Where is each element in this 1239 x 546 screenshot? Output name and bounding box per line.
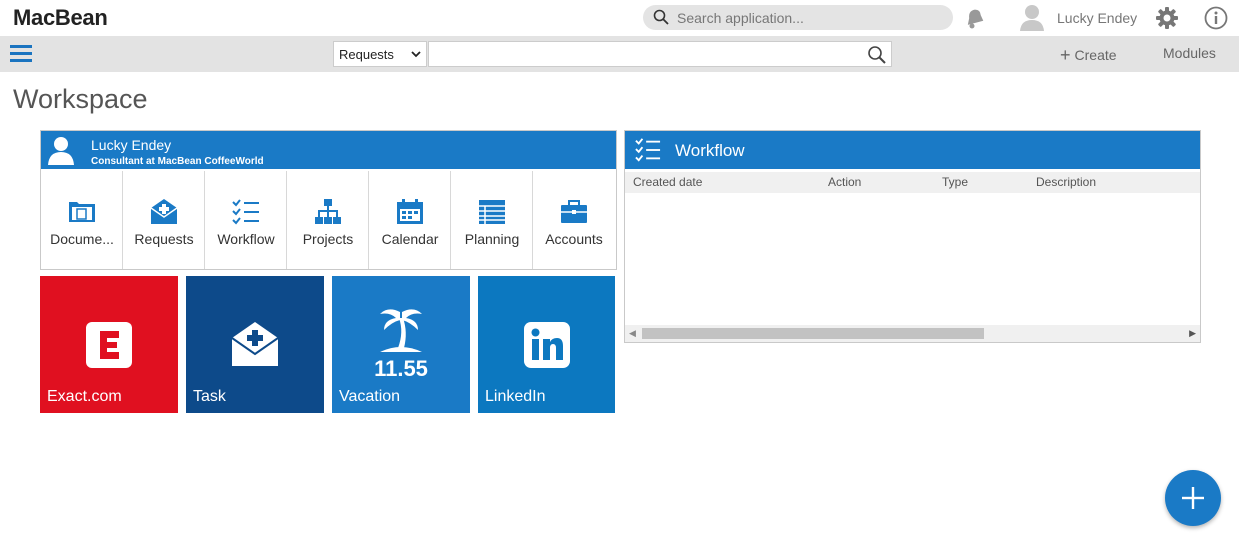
- add-floating-button[interactable]: [1165, 470, 1221, 526]
- quick-link-label: Accounts: [545, 231, 603, 247]
- navigation-bar: Requests + Create Modules: [0, 36, 1239, 72]
- notification-bell-icon[interactable]: [962, 7, 986, 29]
- tile-label: Task: [193, 388, 226, 405]
- calendar-icon: [397, 199, 423, 224]
- module-search-input[interactable]: [428, 41, 892, 67]
- workflow-column-headers: Created date Action Type Description: [625, 172, 1200, 193]
- document-folder-icon: [69, 202, 95, 222]
- search-icon: [653, 9, 669, 25]
- tile-task[interactable]: Task: [186, 276, 324, 413]
- settings-gear-icon[interactable]: [1156, 7, 1178, 29]
- profile-role: Consultant at MacBean CoffeeWorld: [91, 156, 264, 167]
- quick-link-requests[interactable]: Requests: [123, 171, 205, 269]
- tile-vacation[interactable]: 11.55 Vacation: [332, 276, 470, 413]
- workflow-header: Workflow: [625, 131, 1200, 169]
- quick-link-label: Calendar: [381, 231, 439, 247]
- scroll-right-arrow-icon[interactable]: ▶: [1189, 328, 1196, 339]
- column-header-type[interactable]: Type: [942, 175, 968, 189]
- quick-link-accounts[interactable]: Accounts: [533, 171, 615, 269]
- linkedin-icon: [524, 322, 570, 368]
- quick-link-label: Projects: [302, 231, 354, 247]
- quick-link-planning[interactable]: Planning: [451, 171, 533, 269]
- quick-link-workflow[interactable]: Workflow: [205, 171, 287, 269]
- module-select[interactable]: Requests: [333, 41, 427, 67]
- tile-linkedin[interactable]: LinkedIn: [478, 276, 615, 413]
- user-name[interactable]: Lucky Endey: [1057, 10, 1137, 26]
- user-avatar-icon[interactable]: [1019, 3, 1045, 31]
- plus-icon: +: [1060, 45, 1071, 65]
- column-header-action[interactable]: Action: [828, 175, 861, 189]
- profile-header: Lucky Endey Consultant at MacBean Coffee…: [41, 131, 616, 169]
- top-bar: MacBean Lucky Endey: [0, 0, 1239, 36]
- palm-tree-icon: [380, 309, 422, 352]
- info-icon[interactable]: [1204, 6, 1228, 30]
- chevron-down-icon: [411, 51, 421, 58]
- column-header-description[interactable]: Description: [1036, 175, 1096, 189]
- profile-widget: Lucky Endey Consultant at MacBean Coffee…: [40, 130, 617, 270]
- horizontal-scrollbar[interactable]: ◀ ▶: [625, 325, 1200, 342]
- plus-icon: [1182, 487, 1204, 509]
- search-application-input[interactable]: [677, 7, 937, 28]
- create-button[interactable]: + Create: [1060, 45, 1117, 66]
- request-envelope-icon: [150, 199, 178, 224]
- create-label: Create: [1074, 47, 1117, 63]
- tile-label: Exact.com: [47, 388, 122, 405]
- checklist-icon: [635, 138, 661, 162]
- briefcase-icon: [561, 200, 587, 223]
- profile-name[interactable]: Lucky Endey: [91, 137, 171, 153]
- tile-exact[interactable]: Exact.com: [40, 276, 178, 413]
- scroll-left-arrow-icon[interactable]: ◀: [629, 328, 636, 339]
- quick-link-label: Workflow: [217, 231, 275, 247]
- org-chart-icon: [315, 199, 341, 224]
- scrollbar-thumb[interactable]: [642, 328, 984, 339]
- task-envelope-icon: [232, 322, 278, 366]
- workflow-widget: Workflow Created date Action Type Descri…: [624, 130, 1201, 343]
- workflow-title[interactable]: Workflow: [675, 141, 745, 161]
- quick-link-label: Docume...: [50, 231, 114, 247]
- tile-label: LinkedIn: [485, 388, 546, 405]
- planning-grid-icon: [479, 200, 505, 224]
- page-title: Workspace: [13, 84, 148, 114]
- application-search[interactable]: [643, 5, 953, 30]
- quick-link-documents[interactable]: Docume...: [41, 171, 123, 269]
- quick-link-calendar[interactable]: Calendar: [369, 171, 451, 269]
- vacation-balance: 11.55: [374, 356, 428, 381]
- column-header-created-date[interactable]: Created date: [633, 175, 702, 189]
- quick-link-label: Requests: [134, 231, 194, 247]
- tile-label: Vacation: [339, 388, 401, 405]
- brand-logo[interactable]: MacBean: [13, 5, 108, 31]
- quick-link-label: Planning: [464, 231, 520, 247]
- user-silhouette-icon: [48, 137, 74, 165]
- exact-logo-icon: [86, 322, 132, 368]
- quick-link-projects[interactable]: Projects: [287, 171, 369, 269]
- checklist-icon: [232, 199, 259, 225]
- menu-hamburger-icon[interactable]: [10, 44, 34, 64]
- module-select-value: Requests: [339, 47, 394, 62]
- search-icon[interactable]: [867, 45, 887, 65]
- modules-button[interactable]: Modules: [1163, 45, 1216, 61]
